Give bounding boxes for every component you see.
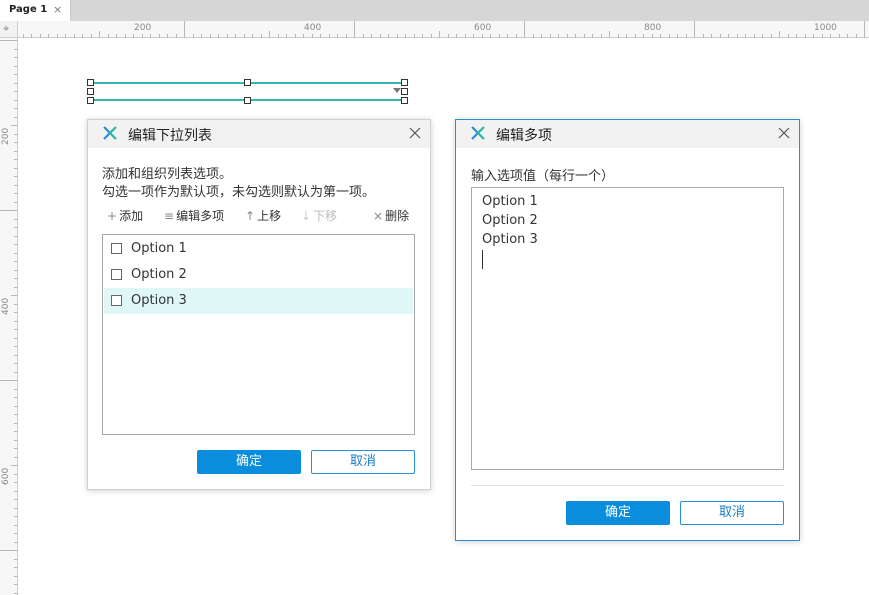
textarea-line: Option 2 — [482, 213, 538, 228]
ruler-label: 200 — [1, 127, 11, 145]
option-label: Option 3 — [131, 293, 187, 308]
ruler-corner[interactable]: ⌖ — [0, 21, 18, 38]
description-line: 添加和组织列表选项。 — [102, 167, 233, 182]
caret-down-icon — [393, 88, 401, 93]
list-item[interactable]: Option 3 — [104, 288, 413, 314]
edit-multiple-button[interactable]: ≡ 编辑多项 — [164, 207, 224, 224]
add-button[interactable]: + 添加 — [107, 207, 143, 224]
ruler-label: 400 — [1, 297, 11, 315]
resize-handle[interactable] — [87, 88, 94, 95]
resize-handle[interactable] — [401, 97, 408, 104]
ruler-label: 600 — [1, 467, 11, 485]
plus-icon: + — [107, 209, 118, 223]
vertical-ruler: 200 400 600 — [0, 38, 18, 595]
ruler-label: 400 — [304, 23, 322, 33]
option-label: Option 2 — [131, 267, 187, 282]
option-label: Option 1 — [131, 241, 187, 256]
edit-multiple-dialog: 编辑多项 输入选项值（每行一个） Option 1 Option 2 Optio… — [455, 119, 800, 541]
list-item[interactable]: Option 1 — [104, 236, 413, 262]
dialog-titlebar[interactable]: 编辑多项 — [456, 120, 799, 148]
ruler-label: 800 — [644, 23, 662, 33]
options-list[interactable]: Option 1 Option 2 Option 3 — [102, 234, 415, 435]
close-icon[interactable] — [777, 126, 791, 140]
move-down-label: 下移 — [313, 209, 338, 223]
delete-label: 删除 — [385, 209, 410, 223]
close-icon[interactable] — [408, 126, 422, 140]
cancel-button[interactable]: 取消 — [680, 501, 784, 525]
move-down-button[interactable]: ↓ 下移 — [301, 207, 337, 224]
ok-button[interactable]: 确定 — [566, 501, 670, 525]
close-tab-icon[interactable]: × — [53, 3, 62, 17]
ruler-label: 600 — [474, 23, 492, 33]
tab-strip: Page 1 × — [0, 0, 869, 21]
move-up-button[interactable]: ↑ 上移 — [245, 207, 281, 224]
dialog-titlebar[interactable]: 编辑下拉列表 — [88, 120, 430, 148]
divider — [471, 485, 784, 486]
axure-logo-icon — [471, 126, 485, 140]
vertical-ruler-ticks — [0, 40, 18, 594]
cancel-button[interactable]: 取消 — [311, 450, 415, 474]
default-checkbox[interactable] — [111, 269, 122, 280]
resize-handle[interactable] — [87, 97, 94, 104]
dialog-title: 编辑下拉列表 — [128, 128, 212, 144]
textarea-line: Option 3 — [482, 232, 538, 247]
resize-handle[interactable] — [401, 88, 408, 95]
resize-handle[interactable] — [244, 79, 251, 86]
delete-button[interactable]: × 删除 — [373, 207, 409, 224]
ruler-label: 200 — [134, 23, 152, 33]
axure-logo-icon — [103, 126, 117, 140]
edit-dropdown-list-dialog: 编辑下拉列表 添加和组织列表选项。 勾选一项作为默认项，未勾选则默认为第一项。 … — [87, 119, 431, 490]
description-line: 勾选一项作为默认项，未勾选则默认为第一项。 — [102, 185, 376, 200]
tab-label: Page 1 — [9, 4, 48, 15]
text-caret — [482, 250, 483, 269]
ok-button[interactable]: 确定 — [197, 450, 301, 474]
list-item[interactable]: Option 2 — [104, 262, 413, 288]
dialog-title: 编辑多项 — [496, 128, 552, 144]
options-textarea[interactable]: Option 1 Option 2 Option 3 — [471, 187, 784, 470]
list-icon: ≡ — [164, 209, 175, 223]
crosshair-icon: ⌖ — [3, 22, 10, 35]
resize-handle[interactable] — [401, 79, 408, 86]
edit-multiple-label: 编辑多项 — [176, 209, 225, 223]
horizontal-ruler: 200 400 600 800 1000 — [18, 21, 869, 38]
move-up-label: 上移 — [257, 209, 282, 223]
delete-icon: × — [373, 209, 384, 223]
default-checkbox[interactable] — [111, 295, 122, 306]
textarea-line: Option 1 — [482, 194, 538, 209]
arrow-down-icon: ↓ — [301, 209, 312, 223]
arrow-up-icon: ↑ — [245, 209, 256, 223]
resize-handle[interactable] — [87, 79, 94, 86]
add-label: 添加 — [119, 209, 144, 223]
tab-page-1[interactable]: Page 1 × — [0, 0, 71, 21]
ruler-label: 1000 — [814, 23, 837, 33]
resize-handle[interactable] — [244, 97, 251, 104]
default-checkbox[interactable] — [111, 243, 122, 254]
input-prompt: 输入选项值（每行一个） — [471, 169, 615, 184]
